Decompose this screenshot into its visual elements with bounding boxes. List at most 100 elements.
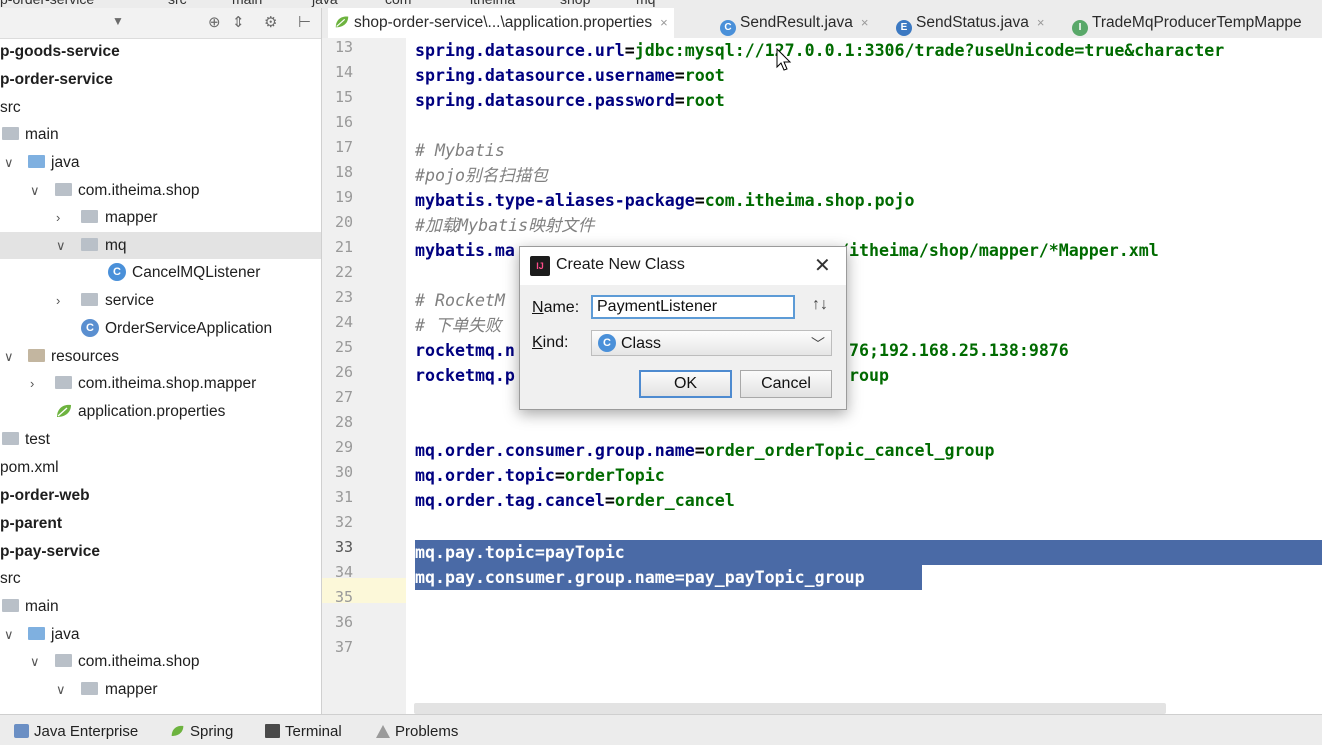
name-label-text: ame: — [543, 299, 580, 316]
chevron-right-icon[interactable]: › — [30, 370, 34, 397]
kind-dropdown[interactable]: C Class ﹀ — [591, 330, 832, 356]
package-icon — [81, 682, 98, 695]
tree-item-test[interactable]: test — [0, 426, 321, 453]
warning-icon — [376, 725, 390, 738]
code-line[interactable]: mq.order.topic=orderTopic — [415, 463, 665, 488]
problems-button[interactable]: Problems — [376, 723, 458, 740]
breadcrumb-item[interactable]: src — [168, 0, 187, 7]
project-toolbar: ▼ ⊕ ⇕ ⚙ ⊢ — [0, 8, 321, 39]
tree-item-goods-service[interactable]: p-goods-service — [0, 38, 321, 65]
property-key: mybatis.ma — [415, 241, 515, 260]
horizontal-scrollbar[interactable] — [414, 703, 1166, 714]
breadcrumb-item[interactable]: java — [312, 0, 338, 7]
tree-item-resources[interactable]: ∨ resources — [0, 343, 321, 370]
terminal-button[interactable]: Terminal — [265, 723, 342, 740]
code-line-selected[interactable]: mq.pay.consumer.group.name=pay_payTopic_… — [415, 565, 865, 590]
code-comment[interactable]: #加载Mybatis映射文件 — [415, 213, 594, 238]
tab-trade-mq-producer[interactable]: I TradeMqProducerTempMappe — [1072, 8, 1302, 38]
tab-application-properties[interactable]: shop-order-service\...\application.prope… — [328, 8, 674, 40]
tree-item-mapper[interactable]: ∨ mapper — [0, 676, 321, 703]
tree-item-package[interactable]: ∨ com.itheima.shop — [0, 648, 321, 675]
spring-button[interactable]: Spring — [170, 723, 233, 740]
breadcrumb-item[interactable]: mq — [636, 0, 655, 7]
tree-item-order-web[interactable]: p-order-web — [0, 482, 321, 509]
java-enterprise-button[interactable]: Java Enterprise — [14, 723, 138, 740]
code-line-selected[interactable]: mq.pay.topic=payTopic — [415, 540, 625, 565]
code-comment[interactable]: #pojo别名扫描包 — [415, 163, 548, 188]
code-line[interactable]: mybatis.ma — [415, 238, 515, 263]
close-icon[interactable]: × — [660, 15, 668, 30]
chevron-down-icon[interactable]: ∨ — [4, 343, 14, 370]
tree-item-mapper-package[interactable]: › com.itheima.shop.mapper — [0, 370, 321, 397]
equals-sign: = — [694, 441, 705, 460]
code-line[interactable]: spring.datasource.url=jdbc:mysql://127.0… — [415, 38, 1224, 63]
code-line[interactable]: spring.datasource.username=root — [415, 63, 725, 88]
tree-item-order-service-app[interactable]: C OrderServiceApplication — [0, 315, 321, 342]
dialog-title-bar[interactable]: IJ Create New Class ✕ — [520, 247, 846, 285]
property-key: mq.order.topic — [415, 466, 555, 485]
tree-item-mapper[interactable]: › mapper — [0, 204, 321, 231]
collapse-icon[interactable]: ⇕ — [232, 13, 245, 31]
tree-item-main[interactable]: main — [0, 593, 321, 620]
tree-item-src[interactable]: src — [0, 565, 321, 592]
tree-item-src[interactable]: src — [0, 94, 321, 121]
breadcrumb-item[interactable]: shop — [560, 0, 590, 7]
chevron-down-icon[interactable]: ▼ — [112, 14, 124, 28]
package-icon — [81, 293, 98, 306]
code-line[interactable]: mq.order.tag.cancel=order_cancel — [415, 488, 735, 513]
line-number: 35 — [334, 588, 353, 606]
tab-send-status[interactable]: E SendStatus.java × — [896, 8, 1044, 38]
class-name-input[interactable] — [591, 295, 795, 319]
breadcrumb-item[interactable]: itheima — [470, 0, 515, 7]
line-number: 27 — [334, 388, 353, 406]
kind-value: Class — [621, 335, 662, 352]
chevron-down-icon[interactable]: ∨ — [56, 232, 66, 259]
close-icon[interactable]: × — [861, 15, 869, 30]
close-icon[interactable]: × — [1037, 15, 1045, 30]
property-key: spring.datasource.username — [415, 66, 675, 85]
hide-icon[interactable]: ⊢ — [298, 13, 311, 31]
name-mnemonic: N — [532, 299, 544, 316]
code-comment[interactable]: # RocketM — [415, 288, 505, 313]
tree-item-application-properties[interactable]: application.properties — [0, 398, 321, 425]
code-line[interactable]: rocketmq.p — [415, 363, 515, 388]
breadcrumb-item[interactable]: main — [232, 0, 262, 7]
chevron-down-icon[interactable]: ∨ — [4, 149, 14, 176]
tab-send-result[interactable]: C SendResult.java × — [720, 8, 868, 38]
tree-item-java[interactable]: ∨ java — [0, 149, 321, 176]
tree-item-java[interactable]: ∨ java — [0, 621, 321, 648]
code-line[interactable]: spring.datasource.password=root — [415, 88, 725, 113]
tree-item-main[interactable]: main — [0, 121, 321, 148]
code-line[interactable]: mybatis.type-aliases-package=com.itheima… — [415, 188, 915, 213]
ok-button[interactable]: OK — [639, 370, 732, 398]
code-comment[interactable]: # 下单失败 — [415, 313, 501, 338]
chevron-right-icon[interactable]: › — [56, 287, 60, 314]
close-icon[interactable]: ✕ — [814, 253, 831, 278]
tree-item-service[interactable]: › service — [0, 287, 321, 314]
tree-item-cancel-listener[interactable]: C CancelMQListener — [0, 259, 321, 286]
gear-icon[interactable]: ⚙ — [264, 13, 277, 31]
sort-arrows-icon[interactable]: ↑↓ — [812, 296, 828, 314]
breadcrumb-item[interactable]: com — [385, 0, 411, 7]
tree-item-pom[interactable]: pom.xml — [0, 454, 321, 481]
line-number: 13 — [334, 38, 353, 56]
locate-icon[interactable]: ⊕ — [208, 13, 221, 31]
code-line[interactable]: rocketmq.n — [415, 338, 515, 363]
tree-item-parent[interactable]: p-parent — [0, 510, 321, 537]
code-line[interactable]: mq.order.consumer.group.name=order_order… — [415, 438, 994, 463]
chevron-down-icon[interactable]: ∨ — [30, 177, 40, 204]
chevron-right-icon[interactable]: › — [56, 204, 60, 231]
tree-item-order-service[interactable]: p-order-service — [0, 66, 321, 93]
code-comment[interactable]: # Mybatis — [415, 138, 505, 163]
cancel-button[interactable]: Cancel — [740, 370, 832, 398]
chevron-down-icon[interactable]: ∨ — [4, 621, 14, 648]
class-icon: C — [598, 334, 616, 352]
breadcrumb-item[interactable]: p-order-service — [0, 0, 94, 7]
editor-tab-bar: shop-order-service\...\application.prope… — [322, 8, 1322, 40]
chevron-down-icon[interactable]: ∨ — [30, 648, 40, 675]
tree-item-mq[interactable]: ∨ mq — [0, 232, 321, 259]
tree-item-package[interactable]: ∨ com.itheima.shop — [0, 177, 321, 204]
tree-item-label: p-order-web — [0, 487, 90, 504]
chevron-down-icon[interactable]: ∨ — [56, 676, 66, 703]
tree-item-pay-service[interactable]: p-pay-service — [0, 538, 321, 565]
